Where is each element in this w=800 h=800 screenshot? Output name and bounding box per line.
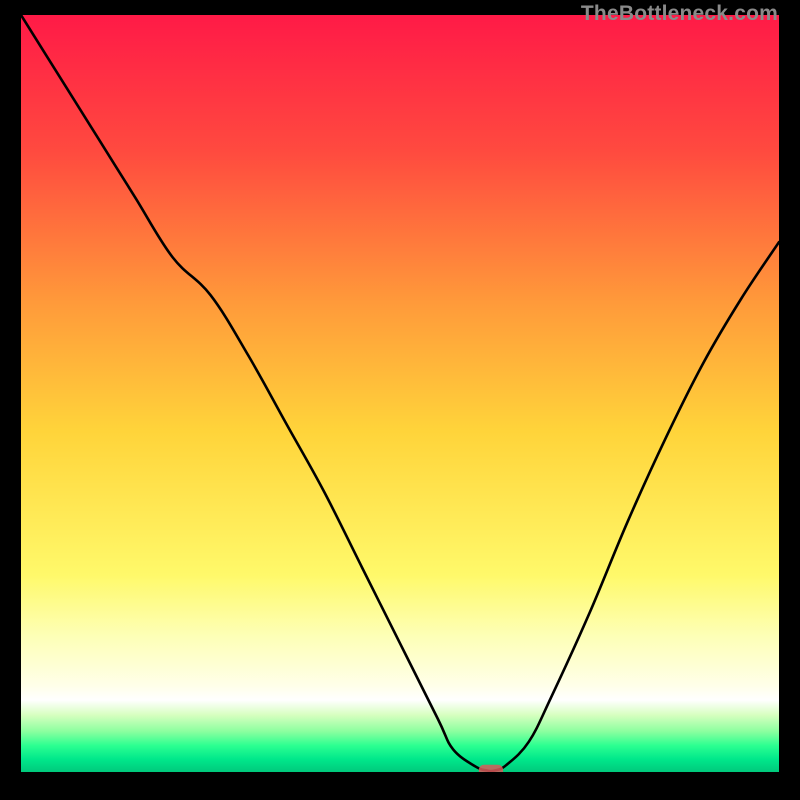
- watermark-text: TheBottleneck.com: [581, 2, 778, 26]
- chart-svg: [21, 15, 779, 772]
- optimal-point-marker: [479, 765, 503, 772]
- gradient-background: [21, 15, 779, 772]
- chart-frame: TheBottleneck.com: [0, 0, 800, 800]
- plot-area: [21, 15, 779, 772]
